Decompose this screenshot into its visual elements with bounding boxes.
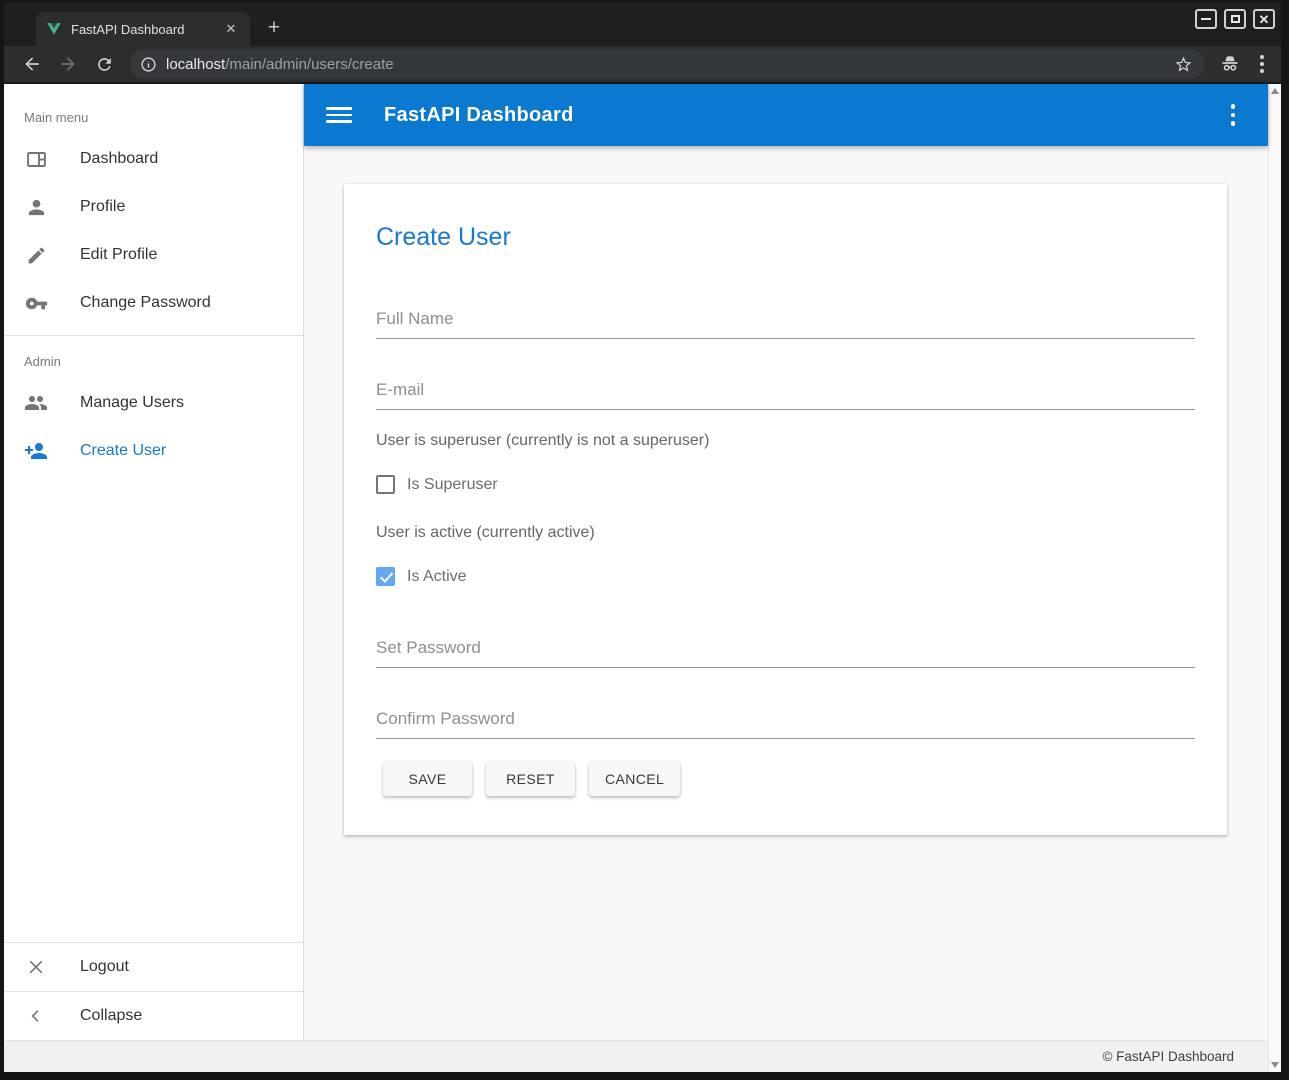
scroll-down-arrow-icon[interactable] — [1271, 1062, 1279, 1068]
app-footer: © FastAPI Dashboard — [4, 1040, 1268, 1072]
browser-tab[interactable]: FastAPI Dashboard ✕ — [36, 12, 250, 46]
page-title: Create User — [376, 184, 1195, 250]
url-host: localhost — [166, 56, 225, 73]
app-bar-kebab-icon[interactable] — [1226, 104, 1240, 125]
vue-logo-icon — [46, 21, 62, 37]
forward-icon[interactable] — [54, 50, 82, 78]
reload-icon[interactable] — [90, 50, 118, 78]
app-bar-title: FastAPI Dashboard — [384, 104, 1226, 127]
window-minimize-button[interactable] — [1195, 9, 1217, 29]
is-active-checkbox[interactable] — [376, 567, 395, 586]
browser-tab-bar: FastAPI Dashboard ✕ + ✕ — [4, 2, 1281, 46]
pencil-icon — [24, 243, 48, 267]
app-bar: FastAPI Dashboard — [304, 84, 1268, 146]
sidebar-divider — [4, 335, 303, 336]
url-path: /main/admin/users/create — [225, 56, 393, 73]
browser-window: FastAPI Dashboard ✕ + ✕ localhost/main/a — [4, 2, 1281, 1072]
toolbar-right — [1219, 53, 1269, 75]
back-icon[interactable] — [18, 50, 46, 78]
is-superuser-checkbox[interactable] — [376, 475, 395, 494]
sidebar-section-main-menu: Main menu — [4, 84, 303, 135]
save-button[interactable]: SAVE — [383, 762, 472, 796]
person-add-icon — [24, 439, 48, 463]
dashboard-icon — [24, 147, 48, 171]
vertical-scrollbar[interactable] — [1268, 84, 1281, 1072]
sidebar-item-collapse[interactable]: Collapse — [4, 992, 303, 1040]
browser-toolbar: localhost/main/admin/users/create — [4, 46, 1281, 84]
sidebar-item-profile[interactable]: Profile — [4, 183, 303, 231]
create-user-card: Create User User is superuser (currently… — [344, 184, 1227, 835]
sidebar-section-admin: Admin — [4, 344, 303, 379]
confirm-password-field[interactable] — [376, 707, 1195, 739]
copyright-text: © FastAPI Dashboard — [1102, 1049, 1234, 1064]
tab-title: FastAPI Dashboard — [71, 22, 222, 37]
is-superuser-checkbox-row[interactable]: Is Superuser — [376, 475, 1195, 494]
sidebar-item-logout[interactable]: Logout — [4, 943, 303, 991]
sidebar-item-label: Edit Profile — [80, 246, 157, 264]
chevron-left-icon — [24, 1004, 48, 1028]
is-active-checkbox-row[interactable]: Is Active — [376, 567, 1195, 586]
sidebar-item-create-user[interactable]: Create User — [4, 427, 303, 475]
sidebar-item-label: Change Password — [80, 294, 211, 312]
sidebar-item-label: Manage Users — [80, 394, 184, 412]
set-password-field[interactable] — [376, 636, 1195, 668]
sidebar-item-label: Profile — [80, 198, 125, 216]
browser-menu-kebab-icon[interactable] — [1255, 55, 1269, 73]
person-icon — [24, 195, 48, 219]
sidebar-item-label: Logout — [80, 958, 129, 976]
incognito-icon — [1219, 53, 1241, 75]
tab-close-icon[interactable]: ✕ — [222, 20, 240, 38]
cancel-button[interactable]: CANCEL — [589, 762, 680, 796]
sidebar-item-label: Collapse — [80, 1007, 142, 1025]
sidebar-item-label: Dashboard — [80, 150, 158, 168]
reset-button[interactable]: RESET — [486, 762, 575, 796]
sidebar-item-dashboard[interactable]: Dashboard — [4, 135, 303, 183]
page-content: Create User User is superuser (currently… — [304, 146, 1268, 1040]
sidebar: Main menu Dashboard — [4, 84, 304, 1040]
checkbox-label: Is Superuser — [407, 476, 498, 494]
email-field[interactable] — [376, 378, 1195, 410]
active-hint: User is active (currently active) — [376, 524, 1195, 542]
new-tab-button[interactable]: + — [260, 15, 288, 43]
sidebar-item-label: Create User — [80, 442, 166, 460]
url-text: localhost/main/admin/users/create — [166, 56, 1174, 73]
key-icon — [24, 291, 48, 315]
checkbox-label: Is Active — [407, 568, 467, 586]
sidebar-item-edit-profile[interactable]: Edit Profile — [4, 231, 303, 279]
site-info-icon[interactable] — [140, 56, 157, 73]
window-maximize-button[interactable] — [1224, 9, 1246, 29]
close-x-icon — [24, 955, 48, 979]
url-bar[interactable]: localhost/main/admin/users/create — [130, 49, 1205, 79]
form-buttons: SAVE RESET CANCEL — [376, 762, 1195, 796]
sidebar-item-change-password[interactable]: Change Password — [4, 279, 303, 327]
superuser-hint: User is superuser (currently is not a su… — [376, 432, 1195, 450]
people-icon — [24, 391, 48, 415]
bookmark-star-icon[interactable] — [1174, 55, 1193, 74]
full-name-field[interactable] — [376, 307, 1195, 339]
hamburger-menu-icon[interactable] — [326, 105, 352, 125]
scroll-up-arrow-icon[interactable] — [1271, 88, 1279, 94]
window-controls: ✕ — [1195, 9, 1275, 29]
window-close-button[interactable]: ✕ — [1253, 9, 1275, 29]
sidebar-item-manage-users[interactable]: Manage Users — [4, 379, 303, 427]
